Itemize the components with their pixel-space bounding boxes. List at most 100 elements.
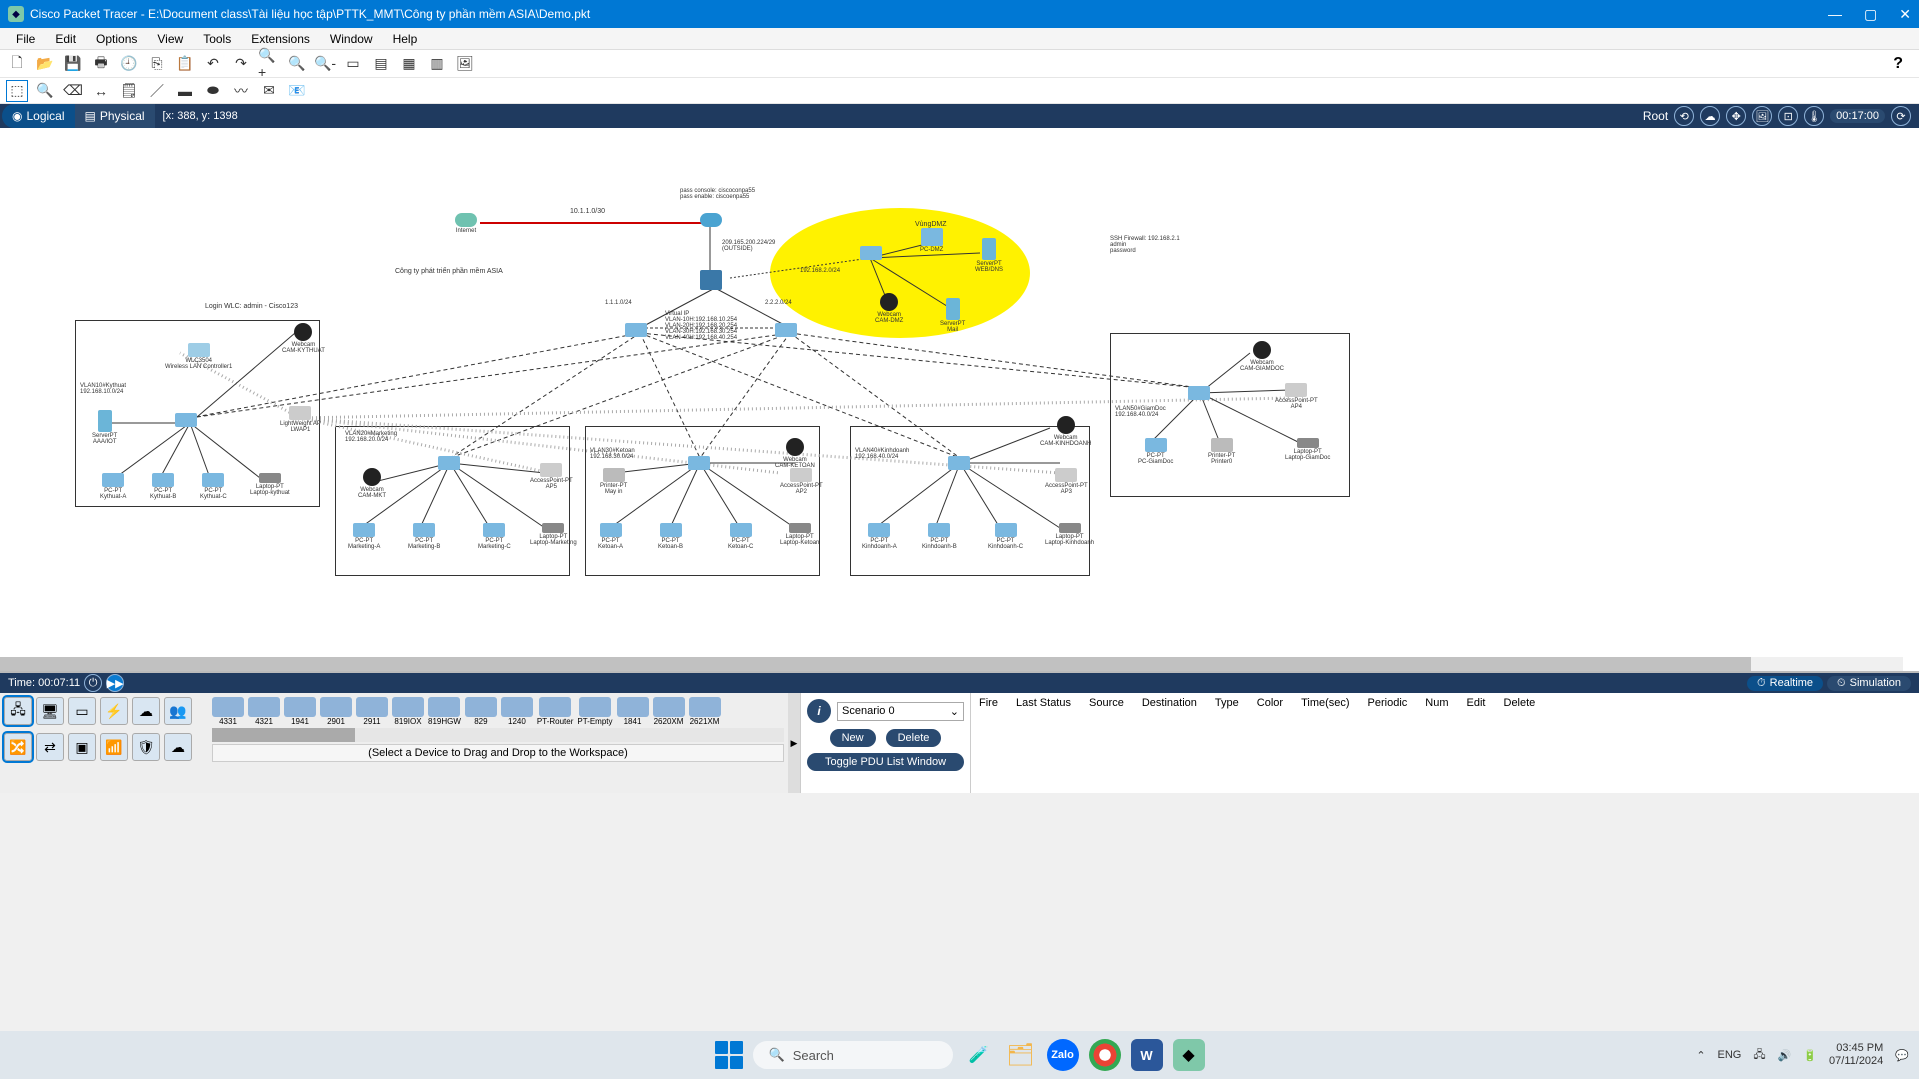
col-color[interactable]: Color xyxy=(1257,697,1283,709)
device-firewall[interactable] xyxy=(700,270,722,291)
device-server-mail[interactable]: ServerPT Mail xyxy=(940,298,965,333)
device-core-sw1[interactable] xyxy=(625,323,647,338)
model-1941[interactable]: 1941 xyxy=(284,697,316,726)
tray-battery-icon[interactable]: 🔋 xyxy=(1803,1049,1817,1062)
bg-icon[interactable]: 🖼 xyxy=(1752,106,1772,126)
device-laptop-gd[interactable]: Laptop-PT Laptop-GiamDoc xyxy=(1285,438,1330,461)
tray-clock[interactable]: 03:45 PM 07/11/2024 xyxy=(1829,1042,1883,1068)
menu-file[interactable]: File xyxy=(6,30,45,48)
device-pc-kt-a[interactable]: PC-PT Ketoan-A xyxy=(598,523,623,550)
menu-tools[interactable]: Tools xyxy=(193,30,241,48)
device-pc-mkt-a[interactable]: PC-PT Marketing-A xyxy=(348,523,380,550)
zoom-out-icon[interactable]: 🔍- xyxy=(314,53,336,75)
model-819hgw[interactable]: 819HGW xyxy=(428,697,461,726)
close-button[interactable]: ✕ xyxy=(1899,6,1911,23)
device-pc-kd-a[interactable]: PC-PT Kinhdoanh-A xyxy=(862,523,897,550)
device-pc-mkt-b[interactable]: PC-PT Marketing-B xyxy=(408,523,440,550)
physical-tab[interactable]: ▤ Physical xyxy=(75,104,155,128)
device-printer0[interactable]: Printer-PT Printer0 xyxy=(1208,438,1235,465)
note-tool-icon[interactable]: 🗒 xyxy=(118,80,140,102)
copy-icon[interactable]: ⎘ xyxy=(146,53,168,75)
taskbar-packettracer-icon[interactable]: ◆ xyxy=(1173,1039,1205,1071)
device-laptop-kd[interactable]: Laptop-PT Laptop-Kinhdoanh xyxy=(1045,523,1094,546)
order-back-icon[interactable]: ▦ xyxy=(398,53,420,75)
workspace-h-scrollbar[interactable] xyxy=(0,657,1903,671)
minimize-button[interactable]: — xyxy=(1828,6,1842,23)
save-icon[interactable]: 💾 xyxy=(62,53,84,75)
device-server-web[interactable]: ServerPT WEB/DNS xyxy=(975,238,1003,273)
col-num[interactable]: Num xyxy=(1425,697,1448,709)
menu-options[interactable]: Options xyxy=(86,30,147,48)
device-cam-mkt[interactable]: Webcam CAM-MKT xyxy=(358,468,386,499)
device-wlc[interactable]: WLC3504 Wireless LAN Controller1 xyxy=(165,343,232,370)
cat-network-devices[interactable]: 🖧 xyxy=(4,697,32,725)
cat-end-devices[interactable]: 🖥 xyxy=(36,697,64,725)
device-laptop-kt[interactable]: Laptop-PT Laptop-Ketoan xyxy=(780,523,819,546)
device-sw-kd[interactable] xyxy=(948,456,970,471)
print-icon[interactable]: 🖶 xyxy=(90,53,112,75)
scenario-delete-button[interactable]: Delete xyxy=(886,729,942,747)
freeform-tool-icon[interactable]: 〰 xyxy=(230,80,252,102)
zoom-in-icon[interactable]: 🔍+ xyxy=(258,53,280,75)
select-tool-icon[interactable]: ⬚ xyxy=(6,80,28,102)
models-scrollbar[interactable] xyxy=(212,728,784,742)
col-fire[interactable]: Fire xyxy=(979,697,998,709)
device-pc-gd[interactable]: PC-PT PC-GiamDoc xyxy=(1138,438,1173,465)
taskbar-search[interactable]: 🔍 Search xyxy=(753,1041,953,1069)
fast-forward-button[interactable]: ▶▶ xyxy=(106,674,124,692)
col-destination[interactable]: Destination xyxy=(1142,697,1197,709)
menu-view[interactable]: View xyxy=(147,30,193,48)
simple-pdu-icon[interactable]: ✉ xyxy=(258,80,280,102)
subcat-switches[interactable]: ⇄ xyxy=(36,733,64,761)
model-2621xm[interactable]: 2621XM xyxy=(689,697,721,726)
device-pc-kd-b[interactable]: PC-PT Kinhdoanh-B xyxy=(922,523,957,550)
taskbar-widgets-icon[interactable]: 🧪 xyxy=(963,1039,995,1071)
back-nav-icon[interactable]: ⟲ xyxy=(1674,106,1694,126)
delete-tool-icon[interactable]: ⌫ xyxy=(62,80,84,102)
cluster-icon[interactable]: ☁ xyxy=(1700,106,1720,126)
model-ptempty[interactable]: PT-Empty xyxy=(577,697,612,726)
tray-chevron-icon[interactable]: ⌃ xyxy=(1696,1049,1705,1062)
play-toggle-button[interactable]: ⏻ xyxy=(84,674,102,692)
model-1240[interactable]: 1240 xyxy=(501,697,533,726)
device-pc-kythuat-a[interactable]: PC-PT Kythuat-A xyxy=(100,473,126,500)
zoom-reset-icon[interactable]: 🔍 xyxy=(286,53,308,75)
device-internet[interactable]: Internet xyxy=(455,213,477,234)
device-cam-kythuat[interactable]: Webcam CAM-KYTHUAT xyxy=(282,323,325,354)
model-4331[interactable]: 4331 xyxy=(212,697,244,726)
col-periodic[interactable]: Periodic xyxy=(1368,697,1408,709)
viewport-icon[interactable]: ⊡ xyxy=(1778,106,1798,126)
resize-tool-icon[interactable]: ↔ xyxy=(90,80,112,102)
tray-notifications-icon[interactable]: 💬 xyxy=(1895,1049,1909,1062)
device-pc-mkt-c[interactable]: PC-PT Marketing-C xyxy=(478,523,511,550)
model-829[interactable]: 829 xyxy=(465,697,497,726)
subcat-wireless[interactable]: 📶 xyxy=(100,733,128,761)
cat-misc[interactable]: ☁ xyxy=(132,697,160,725)
device-ap3[interactable]: AccessPoint-PT AP3 xyxy=(1045,468,1088,495)
tray-network-icon[interactable]: 🖧 xyxy=(1753,1046,1765,1065)
logical-tab[interactable]: ◉ Logical xyxy=(2,104,75,128)
device-sw-kythuat[interactable] xyxy=(175,413,197,428)
menu-edit[interactable]: Edit xyxy=(45,30,86,48)
device-cam-gd[interactable]: Webcam CAM-GIAMDOC xyxy=(1240,341,1284,372)
model-ptrouter[interactable]: PT-Router xyxy=(537,697,573,726)
col-delete[interactable]: Delete xyxy=(1504,697,1536,709)
subcat-routers[interactable]: 🔀 xyxy=(4,733,32,761)
power-cycle-icon[interactable]: ⟳ xyxy=(1891,106,1911,126)
device-laptop-kythuat[interactable]: Laptop-PT Laptop-kythuat xyxy=(250,473,290,496)
model-2911[interactable]: 2911 xyxy=(356,697,388,726)
new-file-icon[interactable]: 🗋 xyxy=(6,53,28,75)
menu-help[interactable]: Help xyxy=(383,30,428,48)
maximize-button[interactable]: ▢ xyxy=(1864,6,1877,23)
paste-icon[interactable]: 📋 xyxy=(174,53,196,75)
device-sw-gd[interactable] xyxy=(1188,386,1210,401)
device-ap2[interactable]: AccessPoint-PT AP2 xyxy=(780,468,823,495)
start-button[interactable] xyxy=(715,1041,743,1069)
device-dmz-switch[interactable] xyxy=(860,246,882,261)
toggle-pdu-list-button[interactable]: Toggle PDU List Window xyxy=(807,753,964,771)
cat-components[interactable]: ▭ xyxy=(68,697,96,725)
taskbar-explorer-icon[interactable]: 🗂 xyxy=(1005,1039,1037,1071)
device-pc-kt-b[interactable]: PC-PT Ketoan-B xyxy=(658,523,683,550)
device-pc-kd-c[interactable]: PC-PT Kinhdoanh-C xyxy=(988,523,1023,550)
drawing-palette-icon[interactable]: ▭ xyxy=(342,53,364,75)
